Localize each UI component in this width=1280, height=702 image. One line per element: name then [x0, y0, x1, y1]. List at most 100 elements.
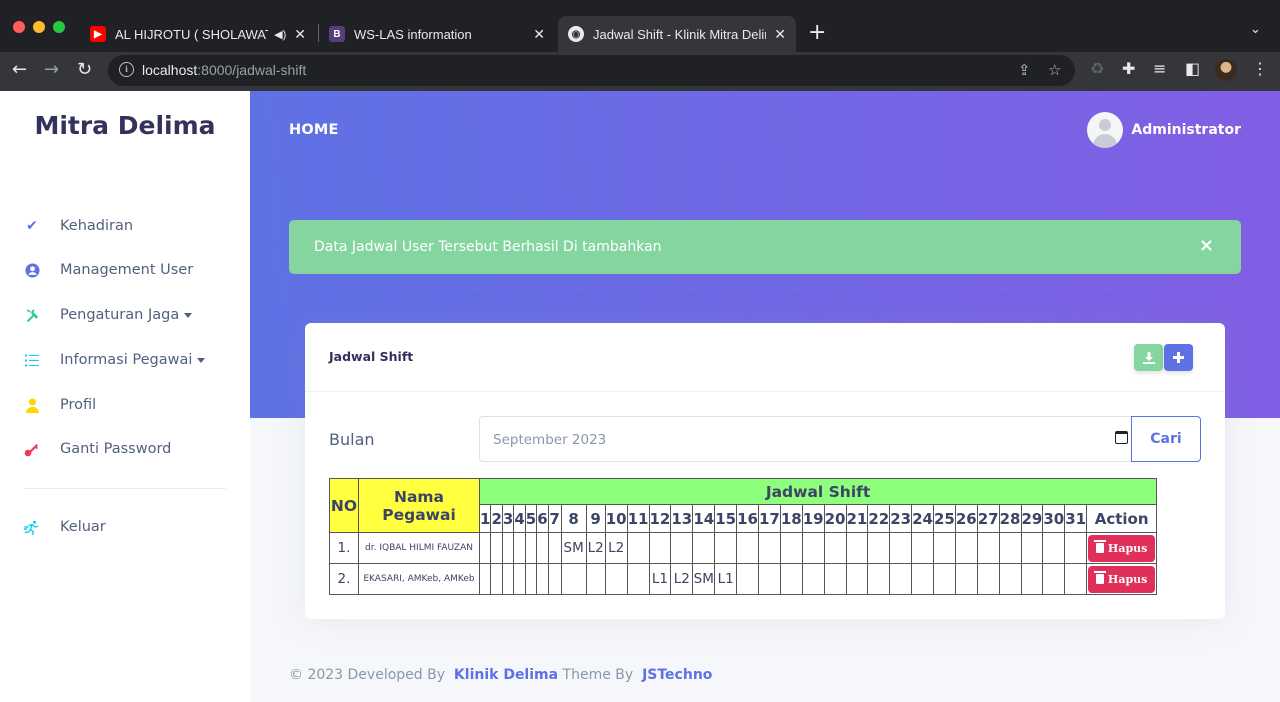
download-icon: [1142, 351, 1155, 364]
browser-tab-youtube[interactable]: ▶ AL HIJROTU ( SHOLAWAT ◀) ✕: [80, 16, 316, 52]
shift-cell: [736, 563, 759, 595]
calendar-icon[interactable]: [1115, 431, 1128, 444]
shift-cell: [501, 532, 515, 564]
sidebar-item-label: Management User: [60, 262, 194, 278]
speaker-icon[interactable]: ◀): [274, 28, 286, 41]
url-text: localhost:8000/jadwal-shift: [142, 62, 307, 78]
forward-icon[interactable]: →: [44, 59, 59, 80]
new-tab-button[interactable]: +: [808, 20, 826, 45]
close-tab-icon[interactable]: ✕: [294, 26, 306, 43]
minimize-window-button[interactable]: [33, 21, 45, 33]
footer-link-theme[interactable]: JSTechno: [642, 667, 712, 683]
sidebar-item-label: Pengaturan Jaga: [60, 307, 180, 323]
day-header: 11: [626, 504, 650, 533]
browser-tab-wslas[interactable]: B WS-LAS information ✕: [319, 16, 555, 52]
search-button[interactable]: Cari: [1131, 416, 1201, 462]
address-bar[interactable]: i localhost:8000/jadwal-shift ⇪ ☆: [108, 55, 1075, 86]
day-header: 8: [560, 504, 587, 533]
delete-button[interactable]: Hapus: [1088, 534, 1156, 562]
shift-cell: [1064, 532, 1088, 564]
tab-search-icon[interactable]: ⌄: [1250, 22, 1261, 37]
sidebar-item-profil[interactable]: Profil: [24, 393, 96, 417]
shift-cell: [604, 563, 628, 595]
shift-cell: [779, 563, 803, 595]
sidebar-item-pengaturan-jaga[interactable]: Pengaturan Jaga: [24, 303, 193, 327]
media-control-icon[interactable]: ≡: [1153, 59, 1166, 78]
row-number: 1.: [329, 532, 359, 564]
shift-cell: [758, 532, 781, 564]
day-header: 25: [933, 504, 956, 533]
shift-cell: [823, 563, 847, 595]
employee-name: EKASARI, AMKeb, AMKeb: [358, 563, 480, 595]
download-button[interactable]: [1134, 344, 1163, 371]
browser-menu-icon[interactable]: ⋮: [1252, 59, 1268, 78]
shift-cell: [933, 563, 956, 595]
shift-cell: [823, 532, 847, 564]
table-row: 1. dr. IQBAL HILMI FAUZAN SM L2 L2 Hapus: [329, 532, 1158, 564]
day-header: 14: [692, 504, 716, 533]
share-icon[interactable]: ⇪: [1018, 61, 1031, 79]
day-header: 27: [976, 504, 1000, 533]
close-tab-icon[interactable]: ✕: [774, 26, 786, 43]
sidebar-item-management-user[interactable]: Management User: [24, 258, 193, 282]
home-link[interactable]: HOME: [289, 122, 339, 138]
row-number: 2.: [329, 563, 359, 595]
day-header: 6: [536, 504, 549, 533]
day-header: 15: [714, 504, 738, 533]
shift-cell: [889, 532, 913, 564]
back-icon[interactable]: ←: [12, 59, 27, 80]
close-tab-icon[interactable]: ✕: [533, 26, 545, 43]
sidebar-item-label: Informasi Pegawai: [60, 352, 193, 368]
side-panel-icon[interactable]: ◧: [1185, 59, 1200, 78]
day-header: 2: [490, 504, 503, 533]
sidebar-divider: [24, 488, 226, 489]
day-header: 26: [954, 504, 978, 533]
user-menu[interactable]: Administrator: [1087, 112, 1241, 148]
list-icon: [24, 352, 40, 368]
shift-cell: [911, 532, 934, 564]
extension-recycle-icon[interactable]: ♻: [1090, 59, 1104, 78]
shift-cell: [845, 532, 869, 564]
shift-cell: [976, 563, 1000, 595]
brand-title[interactable]: Mitra Delima: [0, 111, 250, 140]
shift-cell: [1064, 563, 1088, 595]
shift-cell: [954, 532, 978, 564]
trash-icon: [1093, 571, 1106, 584]
sidebar-item-ganti-password[interactable]: Ganti Password: [24, 437, 171, 461]
shift-cell: [490, 532, 503, 564]
shift-cell: SM: [692, 563, 716, 595]
reload-icon[interactable]: ↻: [77, 59, 92, 80]
footer-link-klinik[interactable]: Klinik Delima: [454, 667, 558, 683]
bulan-label: Bulan: [329, 430, 375, 449]
browser-toolbar: ← → ↻ i localhost:8000/jadwal-shift ⇪ ☆ …: [0, 52, 1280, 91]
day-header: 31: [1064, 504, 1088, 533]
close-window-button[interactable]: [13, 21, 25, 33]
sidebar-item-keluar[interactable]: Keluar: [24, 515, 106, 539]
browser-chrome: ▶ AL HIJROTU ( SHOLAWAT ◀) ✕ B WS-LAS in…: [0, 0, 1280, 91]
shift-cell: [911, 563, 934, 595]
add-schedule-button[interactable]: [1164, 344, 1193, 371]
profile-avatar[interactable]: [1215, 59, 1237, 81]
delete-button[interactable]: Hapus: [1088, 565, 1156, 593]
shift-cell: [626, 532, 650, 564]
tab-strip: ▶ AL HIJROTU ( SHOLAWAT ◀) ✕ B WS-LAS in…: [0, 0, 1280, 52]
day-header: 17: [758, 504, 781, 533]
jadwal-shift-card: Jadwal Shift Bulan September 2023 Cari N…: [305, 323, 1225, 619]
table-body: 1. dr. IQBAL HILMI FAUZAN SM L2 L2 Hapus 2. EKA…: [329, 532, 1158, 595]
sidebar: Mitra Delima ✔ Kehadiran Management User…: [0, 91, 250, 702]
day-header: 28: [998, 504, 1022, 533]
maximize-window-button[interactable]: [53, 21, 65, 33]
plus-icon: [1173, 352, 1184, 363]
sidebar-item-informasi-pegawai[interactable]: Informasi Pegawai: [24, 348, 206, 372]
site-info-icon[interactable]: i: [119, 62, 134, 77]
action-cell: Hapus: [1086, 532, 1158, 564]
close-alert-icon[interactable]: ×: [1199, 235, 1214, 256]
browser-tab-jadwal-shift[interactable]: ◉ Jadwal Shift - Klinik Mitra Delim ✕: [558, 16, 796, 52]
trash-icon: [1093, 540, 1106, 553]
shift-cell: [478, 563, 492, 595]
extensions-puzzle-icon[interactable]: ✚: [1122, 59, 1135, 78]
footer-text: © 2023 Developed By: [289, 667, 446, 683]
bookmark-star-icon[interactable]: ☆: [1048, 61, 1061, 79]
sidebar-item-kehadiran[interactable]: ✔ Kehadiran: [24, 214, 133, 238]
month-input[interactable]: September 2023: [479, 416, 1132, 462]
